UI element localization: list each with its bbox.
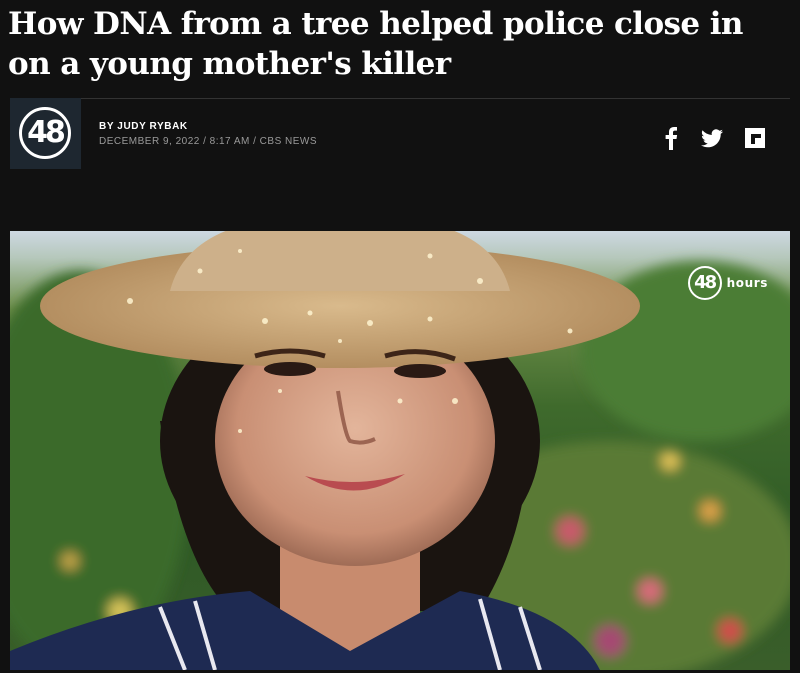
article-headline: How DNA from a tree helped police close …: [8, 6, 743, 82]
byline[interactable]: BY JUDY RYBAK: [99, 121, 188, 132]
facebook-share-button[interactable]: [664, 126, 678, 150]
facebook-icon: [665, 127, 678, 150]
twitter-share-button[interactable]: [700, 126, 724, 150]
article-header: How DNA from a tree helped police close …: [0, 0, 800, 228]
dateline: DECEMBER 9, 2022 / 8:17 AM / CBS NEWS: [99, 136, 318, 147]
flipboard-share-button[interactable]: [744, 126, 766, 150]
show-logo[interactable]: 48: [10, 98, 81, 169]
header-divider: [10, 98, 790, 99]
48-hours-logo-icon: 48: [19, 107, 71, 159]
watermark-text: hours: [726, 276, 768, 290]
twitter-icon: [701, 129, 723, 148]
article-hero-photo: 48 hours: [10, 231, 790, 670]
48-hours-logo-icon: 48: [687, 266, 722, 300]
48-hours-watermark: 48 hours: [687, 266, 768, 300]
woman-in-straw-hat-photo: [10, 231, 790, 670]
flipboard-icon: [745, 128, 765, 148]
